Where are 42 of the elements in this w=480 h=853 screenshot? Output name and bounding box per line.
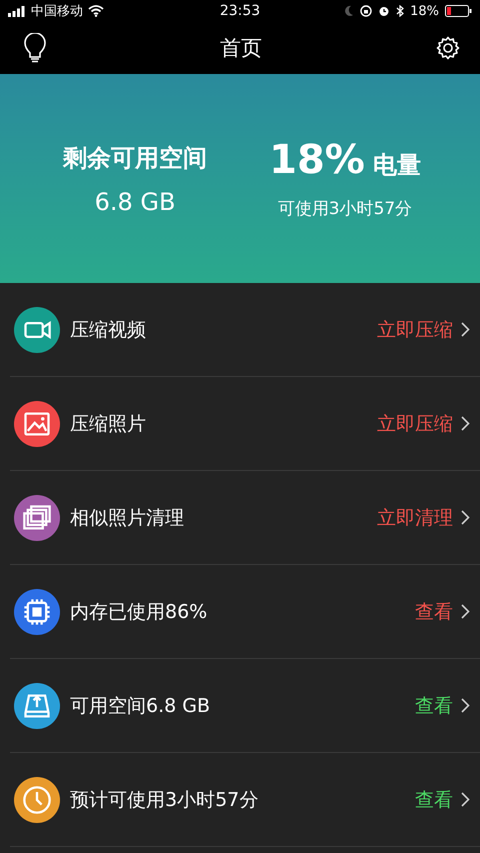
alarm-icon xyxy=(378,5,390,17)
list-item[interactable]: 内存已使用86% 查看 xyxy=(10,565,480,659)
battery-time: 可使用3小时57分 xyxy=(278,198,412,220)
lightbulb-icon[interactable] xyxy=(24,33,46,63)
page-title: 首页 xyxy=(220,35,262,62)
signal-icon xyxy=(8,6,26,16)
list-item[interactable]: 压缩照片 立即压缩 xyxy=(10,377,480,471)
item-label: 相似照片清理 xyxy=(70,506,184,530)
list-item[interactable]: 相似照片清理 立即清理 xyxy=(10,471,480,565)
chevron-icon xyxy=(461,510,470,525)
moon-icon xyxy=(344,5,354,17)
list-item[interactable]: 压缩视频 立即压缩 xyxy=(10,283,480,377)
chevron-icon xyxy=(461,322,470,337)
battery-value: 18% xyxy=(269,137,365,183)
settings-icon[interactable] xyxy=(436,36,460,60)
bluetooth-icon xyxy=(396,5,404,17)
action-link[interactable]: 查看 xyxy=(415,786,453,812)
chevron-icon xyxy=(461,416,470,431)
battery-icon xyxy=(445,5,472,17)
status-time: 23:53 xyxy=(220,3,260,19)
chevron-icon xyxy=(461,604,470,619)
battery-percent: 18% xyxy=(410,4,439,18)
carrier-name: 中国移动 xyxy=(31,3,83,20)
chevron-icon xyxy=(461,698,470,713)
item-label: 压缩视频 xyxy=(70,318,146,342)
action-link[interactable]: 立即清理 xyxy=(377,504,453,530)
item-label: 内存已使用86% xyxy=(70,600,208,624)
item-label: 可用空间6.8 GB xyxy=(70,694,210,718)
chevron-icon xyxy=(461,792,470,807)
storage-label: 剩余可用空间 xyxy=(63,142,207,174)
storage-value: 6.8 GB xyxy=(94,188,176,216)
list-item[interactable]: 预计可使用3小时57分 查看 xyxy=(10,753,480,847)
action-link[interactable]: 立即压缩 xyxy=(377,316,453,342)
list-item[interactable]: 可用空间6.8 GB 查看 xyxy=(10,659,480,753)
action-link[interactable]: 立即压缩 xyxy=(377,410,453,436)
rotation-lock-icon xyxy=(360,5,372,17)
action-link[interactable]: 查看 xyxy=(415,598,453,624)
wifi-icon xyxy=(88,5,104,17)
battery-label: 电量 xyxy=(372,150,421,181)
item-label: 压缩照片 xyxy=(70,412,146,436)
action-link[interactable]: 查看 xyxy=(415,692,453,718)
item-label: 预计可使用3小时57分 xyxy=(70,788,258,812)
